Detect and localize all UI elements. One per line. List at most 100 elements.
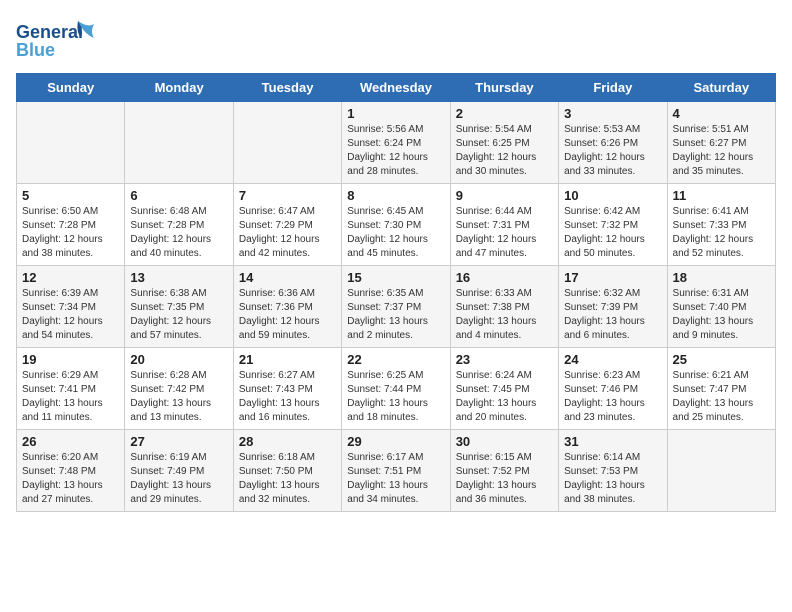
cell-info: Sunrise: 6:48 AM Sunset: 7:28 PM Dayligh… <box>130 205 227 261</box>
week-row-1: 1Sunrise: 5:56 AM Sunset: 6:24 PM Daylig… <box>17 102 776 184</box>
calendar-cell <box>17 102 125 184</box>
day-number: 28 <box>239 434 336 449</box>
header-saturday: Saturday <box>667 74 775 102</box>
day-number: 10 <box>564 188 661 203</box>
calendar-table: SundayMondayTuesdayWednesdayThursdayFrid… <box>16 73 776 512</box>
calendar-cell: 10 Sunrise: 6:42 AM Sunset: 7:32 PM Dayli… <box>559 184 667 266</box>
calendar-cell: 22 Sunrise: 6:25 AM Sunset: 7:44 PM Dayli… <box>342 348 450 430</box>
cell-info: Sunrise: 6:25 AM Sunset: 7:44 PM Dayligh… <box>347 369 444 425</box>
logo-svg: General Blue <box>16 16 96 61</box>
day-number: 25 <box>673 352 770 367</box>
cell-info: Sunrise: 5:56 AM Sunset: 6:24 PM Dayligh… <box>347 123 444 179</box>
calendar-cell: 9 Sunrise: 6:44 AM Sunset: 7:31 PM Daylig… <box>450 184 558 266</box>
cell-info: Sunrise: 6:50 AM Sunset: 7:28 PM Dayligh… <box>22 205 119 261</box>
calendar-cell <box>233 102 341 184</box>
calendar-cell: 5 Sunrise: 6:50 AM Sunset: 7:28 PM Daylig… <box>17 184 125 266</box>
day-number: 26 <box>22 434 119 449</box>
calendar-cell: 23Sunrise: 6:24 AM Sunset: 7:45 PM Dayli… <box>450 348 558 430</box>
cell-info: Sunrise: 6:47 AM Sunset: 7:29 PM Dayligh… <box>239 205 336 261</box>
day-number: 4 <box>673 106 770 121</box>
header-sunday: Sunday <box>17 74 125 102</box>
day-number: 13 <box>130 270 227 285</box>
cell-info: Sunrise: 6:23 AM Sunset: 7:46 PM Dayligh… <box>564 369 661 425</box>
day-number: 21 <box>239 352 336 367</box>
calendar-cell: 18 Sunrise: 6:31 AM Sunset: 7:40 PM Dayli… <box>667 266 775 348</box>
calendar-cell: 27Sunrise: 6:19 AM Sunset: 7:49 PM Dayli… <box>125 430 233 512</box>
calendar-cell: 21 Sunrise: 6:27 AM Sunset: 7:43 PM Dayli… <box>233 348 341 430</box>
calendar-cell: 4 Sunrise: 5:51 AM Sunset: 6:27 PM Daylig… <box>667 102 775 184</box>
cell-info: Sunrise: 6:38 AM Sunset: 7:35 PM Dayligh… <box>130 287 227 343</box>
page-header: General Blue <box>16 16 776 61</box>
logo: General Blue <box>16 16 96 61</box>
day-number: 16 <box>456 270 553 285</box>
day-number: 12 <box>22 270 119 285</box>
calendar-cell: 16 Sunrise: 6:33 AM Sunset: 7:38 PM Dayli… <box>450 266 558 348</box>
cell-info: Sunrise: 5:51 AM Sunset: 6:27 PM Dayligh… <box>673 123 770 179</box>
day-number: 20 <box>130 352 227 367</box>
day-number: 29 <box>347 434 444 449</box>
cell-info: Sunrise: 6:31 AM Sunset: 7:40 PM Dayligh… <box>673 287 770 343</box>
day-number: 3 <box>564 106 661 121</box>
day-number: 5 <box>22 188 119 203</box>
cell-info: Sunrise: 6:41 AM Sunset: 7:33 PM Dayligh… <box>673 205 770 261</box>
cell-info: Sunrise: 6:27 AM Sunset: 7:43 PM Dayligh… <box>239 369 336 425</box>
day-number: 6 <box>130 188 227 203</box>
cell-info: Sunrise: 6:21 AM Sunset: 7:47 PM Dayligh… <box>673 369 770 425</box>
header-tuesday: Tuesday <box>233 74 341 102</box>
cell-info: Sunrise: 6:18 AM Sunset: 7:50 PM Dayligh… <box>239 451 336 507</box>
calendar-cell: 6 Sunrise: 6:48 AM Sunset: 7:28 PM Daylig… <box>125 184 233 266</box>
calendar-cell: 28 Sunrise: 6:18 AM Sunset: 7:50 PM Dayli… <box>233 430 341 512</box>
calendar-cell: 8 Sunrise: 6:45 AM Sunset: 7:30 PM Daylig… <box>342 184 450 266</box>
calendar-cell: 2Sunrise: 5:54 AM Sunset: 6:25 PM Daylig… <box>450 102 558 184</box>
calendar-cell: 15Sunrise: 6:35 AM Sunset: 7:37 PM Dayli… <box>342 266 450 348</box>
day-number: 8 <box>347 188 444 203</box>
calendar-cell: 1Sunrise: 5:56 AM Sunset: 6:24 PM Daylig… <box>342 102 450 184</box>
cell-info: Sunrise: 6:39 AM Sunset: 7:34 PM Dayligh… <box>22 287 119 343</box>
calendar-cell: 14 Sunrise: 6:36 AM Sunset: 7:36 PM Dayli… <box>233 266 341 348</box>
day-number: 19 <box>22 352 119 367</box>
cell-info: Sunrise: 6:33 AM Sunset: 7:38 PM Dayligh… <box>456 287 553 343</box>
calendar-cell: 29 Sunrise: 6:17 AM Sunset: 7:51 PM Dayli… <box>342 430 450 512</box>
cell-info: Sunrise: 6:14 AM Sunset: 7:53 PM Dayligh… <box>564 451 661 507</box>
svg-text:Blue: Blue <box>16 40 55 60</box>
cell-info: Sunrise: 6:15 AM Sunset: 7:52 PM Dayligh… <box>456 451 553 507</box>
header-wednesday: Wednesday <box>342 74 450 102</box>
calendar-cell: 3 Sunrise: 5:53 AM Sunset: 6:26 PM Daylig… <box>559 102 667 184</box>
calendar-cell: 30 Sunrise: 6:15 AM Sunset: 7:52 PM Dayli… <box>450 430 558 512</box>
day-number: 15 <box>347 270 444 285</box>
calendar-cell <box>667 430 775 512</box>
calendar-cell: 12 Sunrise: 6:39 AM Sunset: 7:34 PM Dayli… <box>17 266 125 348</box>
day-number: 22 <box>347 352 444 367</box>
day-number: 24 <box>564 352 661 367</box>
day-number: 7 <box>239 188 336 203</box>
calendar-cell: 26Sunrise: 6:20 AM Sunset: 7:48 PM Dayli… <box>17 430 125 512</box>
cell-info: Sunrise: 6:32 AM Sunset: 7:39 PM Dayligh… <box>564 287 661 343</box>
calendar-header-row: SundayMondayTuesdayWednesdayThursdayFrid… <box>17 74 776 102</box>
cell-info: Sunrise: 6:17 AM Sunset: 7:51 PM Dayligh… <box>347 451 444 507</box>
cell-info: Sunrise: 6:36 AM Sunset: 7:36 PM Dayligh… <box>239 287 336 343</box>
week-row-5: 26Sunrise: 6:20 AM Sunset: 7:48 PM Dayli… <box>17 430 776 512</box>
cell-info: Sunrise: 6:28 AM Sunset: 7:42 PM Dayligh… <box>130 369 227 425</box>
day-number: 18 <box>673 270 770 285</box>
cell-info: Sunrise: 6:29 AM Sunset: 7:41 PM Dayligh… <box>22 369 119 425</box>
cell-info: Sunrise: 6:44 AM Sunset: 7:31 PM Dayligh… <box>456 205 553 261</box>
day-number: 9 <box>456 188 553 203</box>
calendar-cell <box>125 102 233 184</box>
calendar-cell: 11Sunrise: 6:41 AM Sunset: 7:33 PM Dayli… <box>667 184 775 266</box>
week-row-3: 12 Sunrise: 6:39 AM Sunset: 7:34 PM Dayli… <box>17 266 776 348</box>
calendar-cell: 17Sunrise: 6:32 AM Sunset: 7:39 PM Dayli… <box>559 266 667 348</box>
cell-info: Sunrise: 6:45 AM Sunset: 7:30 PM Dayligh… <box>347 205 444 261</box>
calendar-cell: 20 Sunrise: 6:28 AM Sunset: 7:42 PM Dayli… <box>125 348 233 430</box>
calendar-cell: 7 Sunrise: 6:47 AM Sunset: 7:29 PM Daylig… <box>233 184 341 266</box>
cell-info: Sunrise: 6:42 AM Sunset: 7:32 PM Dayligh… <box>564 205 661 261</box>
day-number: 2 <box>456 106 553 121</box>
day-number: 14 <box>239 270 336 285</box>
day-number: 31 <box>564 434 661 449</box>
cell-info: Sunrise: 6:24 AM Sunset: 7:45 PM Dayligh… <box>456 369 553 425</box>
calendar-cell: 25 Sunrise: 6:21 AM Sunset: 7:47 PM Dayli… <box>667 348 775 430</box>
header-friday: Friday <box>559 74 667 102</box>
day-number: 30 <box>456 434 553 449</box>
week-row-2: 5 Sunrise: 6:50 AM Sunset: 7:28 PM Daylig… <box>17 184 776 266</box>
cell-info: Sunrise: 5:53 AM Sunset: 6:26 PM Dayligh… <box>564 123 661 179</box>
day-number: 27 <box>130 434 227 449</box>
